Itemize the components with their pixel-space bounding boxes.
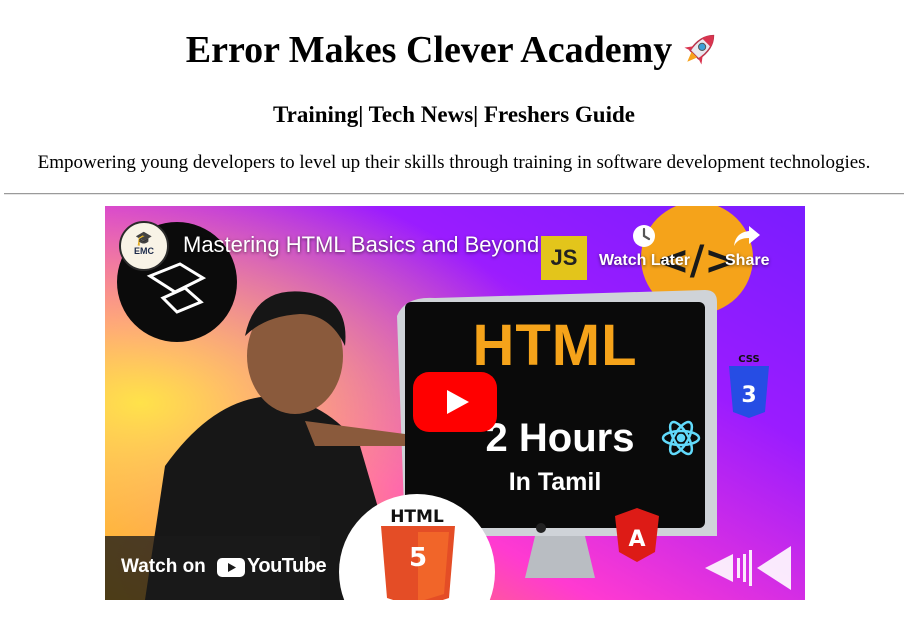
video-embed[interactable]: </> 5 HTML A 3 CSS 🎓 EMC Mastering HTML … xyxy=(105,206,805,600)
clock-icon xyxy=(599,222,690,252)
svg-text:A: A xyxy=(628,527,645,552)
svg-text:3: 3 xyxy=(741,383,756,408)
channel-avatar[interactable]: 🎓 EMC xyxy=(119,221,169,271)
js-logo: JS xyxy=(541,236,587,280)
svg-text:HTML: HTML xyxy=(390,507,444,527)
page-tagline: Empowering young developers to level up … xyxy=(37,152,871,173)
video-title[interactable]: Mastering HTML Basics and Beyond | ... xyxy=(183,232,576,258)
share-arrow-icon xyxy=(725,222,769,252)
watch-on-youtube-button[interactable]: Watch on YouTube xyxy=(105,536,327,600)
channel-badge-text: EMC xyxy=(134,246,154,256)
watch-later-label: Watch Later xyxy=(599,252,690,269)
thumbnail-language: In Tamil xyxy=(508,468,602,496)
share-button[interactable]: Share xyxy=(725,222,769,270)
svg-text:CSS: CSS xyxy=(738,354,759,365)
page-title: Error Makes Clever Academy xyxy=(0,26,908,75)
watch-on-label: Watch on xyxy=(121,556,206,577)
watch-later-button[interactable]: Watch Later xyxy=(599,222,690,270)
page-title-text: Error Makes Clever Academy xyxy=(185,29,673,71)
thumbnail-headline: HTML xyxy=(472,313,638,378)
page-subtitle: Training| Tech News| Freshers Guide xyxy=(273,102,635,127)
share-label: Share xyxy=(725,252,770,269)
youtube-wordmark: YouTube xyxy=(247,555,327,577)
rocket-icon xyxy=(678,27,722,71)
svg-text:5: 5 xyxy=(409,543,427,573)
divider xyxy=(4,193,904,195)
graduation-cap-icon: 🎓 xyxy=(135,230,153,246)
play-button[interactable] xyxy=(413,372,497,432)
youtube-logo-icon xyxy=(217,558,245,577)
